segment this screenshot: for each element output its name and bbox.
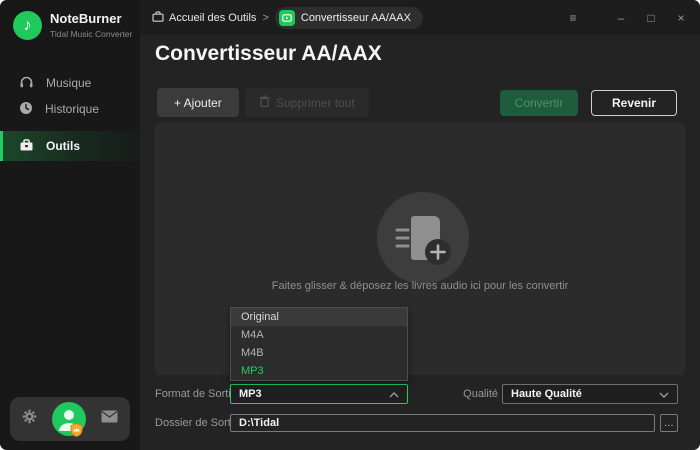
tab-label: Convertisseur AA/AAX [301, 12, 411, 24]
close-icon[interactable]: × [674, 11, 688, 25]
app-name: NoteBurner [50, 11, 132, 26]
chevron-down-icon [659, 385, 669, 403]
noteburner-logo-icon: ♪ [13, 11, 42, 40]
app-subtitle: Tidal Music Converter [50, 29, 132, 39]
headphones-icon [19, 75, 34, 92]
format-option-original[interactable]: Original [231, 308, 407, 326]
breadcrumb-home[interactable]: Accueil des Outils [152, 11, 256, 25]
settings-gear-icon[interactable] [22, 409, 37, 429]
menu-icon[interactable]: ≡ [566, 11, 580, 25]
convert-button[interactable]: Convertir [500, 90, 578, 116]
app-logo: ♪ NoteBurner Tidal Music Converter [13, 11, 132, 40]
quality-select[interactable]: Haute Qualité [502, 384, 678, 404]
add-button[interactable]: + Ajouter [157, 88, 239, 117]
format-label: Format de Sortie [155, 388, 237, 400]
sidebar: ♪ NoteBurner Tidal Music Converter Musiq… [0, 0, 140, 450]
sidebar-item-musique[interactable]: Musique [0, 70, 140, 96]
user-avatar[interactable] [52, 402, 86, 436]
browse-folder-button[interactable]: ... [660, 414, 678, 432]
output-folder-label: Dossier de Sortie [155, 417, 239, 429]
sidebar-item-label: Musique [46, 76, 91, 90]
page-title: Convertisseur AA/AAX [155, 42, 382, 66]
output-folder-value: D:\Tidal [239, 417, 279, 429]
add-audiobook-icon [377, 192, 469, 284]
sidebar-footer [10, 397, 130, 441]
breadcrumb-home-label: Accueil des Outils [169, 12, 256, 24]
clock-icon [19, 101, 33, 118]
format-value: MP3 [239, 388, 262, 400]
quality-value: Haute Qualité [511, 388, 582, 400]
converter-tab-icon [279, 10, 295, 26]
format-option-mp3[interactable]: MP3 [231, 362, 407, 380]
back-button[interactable]: Revenir [591, 90, 677, 116]
minimize-icon[interactable]: – [614, 11, 628, 25]
top-bar: Accueil des Outils > Convertisseur AA/AA… [140, 0, 700, 35]
app-window: ♪ NoteBurner Tidal Music Converter Musiq… [0, 0, 700, 450]
toolbox-icon [19, 138, 34, 155]
maximize-icon[interactable]: □ [644, 11, 658, 25]
delete-all-button[interactable]: Supprimer tout [245, 88, 369, 117]
tools-home-icon [152, 11, 164, 25]
mail-icon[interactable] [101, 410, 118, 428]
trash-icon [259, 95, 270, 110]
format-dropdown-list: Original M4A M4B MP3 [230, 307, 408, 381]
format-select[interactable]: MP3 [230, 384, 408, 404]
main-content: Convertisseur AA/AAX + Ajouter Supprimer… [140, 35, 700, 450]
format-option-m4a[interactable]: M4A [231, 326, 407, 344]
tab-convertisseur[interactable]: Convertisseur AA/AAX [275, 7, 423, 29]
output-folder-input[interactable]: D:\Tidal [230, 414, 655, 432]
sidebar-item-historique[interactable]: Historique [0, 96, 140, 122]
sidebar-item-label: Historique [45, 102, 99, 116]
format-option-m4b[interactable]: M4B [231, 344, 407, 362]
window-controls: ≡ – □ × [566, 0, 688, 35]
sidebar-item-label: Outils [46, 139, 80, 153]
chevron-up-icon [389, 385, 399, 403]
quality-label: Qualité [462, 388, 498, 400]
dropzone-hint: Faites glisser & déposez les livres audi… [155, 280, 685, 292]
upgrade-badge-icon [70, 423, 83, 442]
delete-all-label: Supprimer tout [276, 96, 355, 110]
breadcrumb-separator: > [262, 12, 268, 24]
sidebar-item-outils[interactable]: Outils [0, 131, 140, 161]
